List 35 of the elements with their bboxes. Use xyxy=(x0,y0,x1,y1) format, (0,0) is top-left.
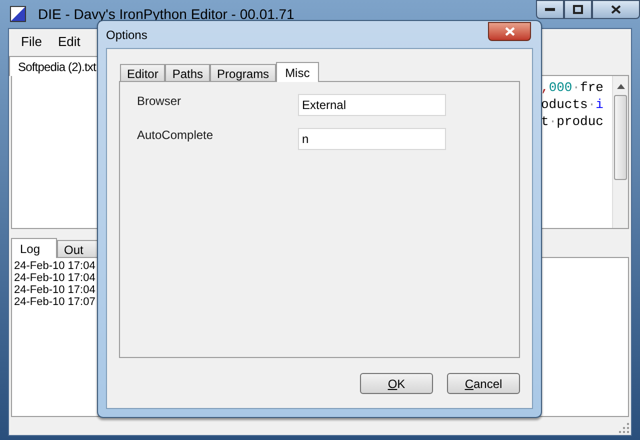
input-field[interactable]: External xyxy=(298,94,446,116)
code-line: ,000·fre xyxy=(541,79,604,96)
app-icon xyxy=(10,6,26,22)
menu-item[interactable]: Edit xyxy=(50,32,88,52)
close-button[interactable] xyxy=(488,22,531,41)
log-line: 24-Feb-10 17:07 xyxy=(14,296,96,308)
log-line: 24-Feb-10 17:04 xyxy=(14,260,96,272)
code-line: t·produc xyxy=(541,113,604,130)
close-icon xyxy=(504,27,514,36)
resize-grip-icon[interactable] xyxy=(619,423,629,433)
tab[interactable]: Programs xyxy=(210,64,276,81)
menu-item[interactable]: File xyxy=(13,32,50,52)
scrollbar[interactable] xyxy=(612,76,628,228)
window-title: DIE - Davy's IronPython Editor - 00.01.71 xyxy=(38,4,294,24)
scroll-thumb[interactable] xyxy=(614,95,627,180)
close-icon xyxy=(611,5,621,14)
tab[interactable]: Log xyxy=(11,238,57,258)
field-label: AutoComplete xyxy=(136,127,214,144)
code-line: oducts·i xyxy=(541,96,604,113)
dialog-button[interactable]: Cancel xyxy=(447,373,520,394)
tab[interactable]: Paths xyxy=(165,64,210,81)
field-label: Browser xyxy=(136,93,182,110)
log-line: 24-Feb-10 17:04 xyxy=(14,284,96,296)
log-line: 24-Feb-10 17:04 xyxy=(14,272,96,284)
maximize-icon xyxy=(573,5,583,14)
dialog-button[interactable]: OK xyxy=(360,373,433,394)
dialog-title: Options xyxy=(106,26,148,44)
tab[interactable]: Editor xyxy=(120,64,166,81)
scroll-up-icon[interactable] xyxy=(616,84,624,89)
minimize-icon xyxy=(545,8,555,12)
tab[interactable]: Misc xyxy=(276,62,319,82)
minimize-button[interactable] xyxy=(536,0,564,19)
close-button[interactable] xyxy=(592,0,640,19)
maximize-button[interactable] xyxy=(564,0,592,19)
input-field[interactable]: n xyxy=(298,128,446,150)
